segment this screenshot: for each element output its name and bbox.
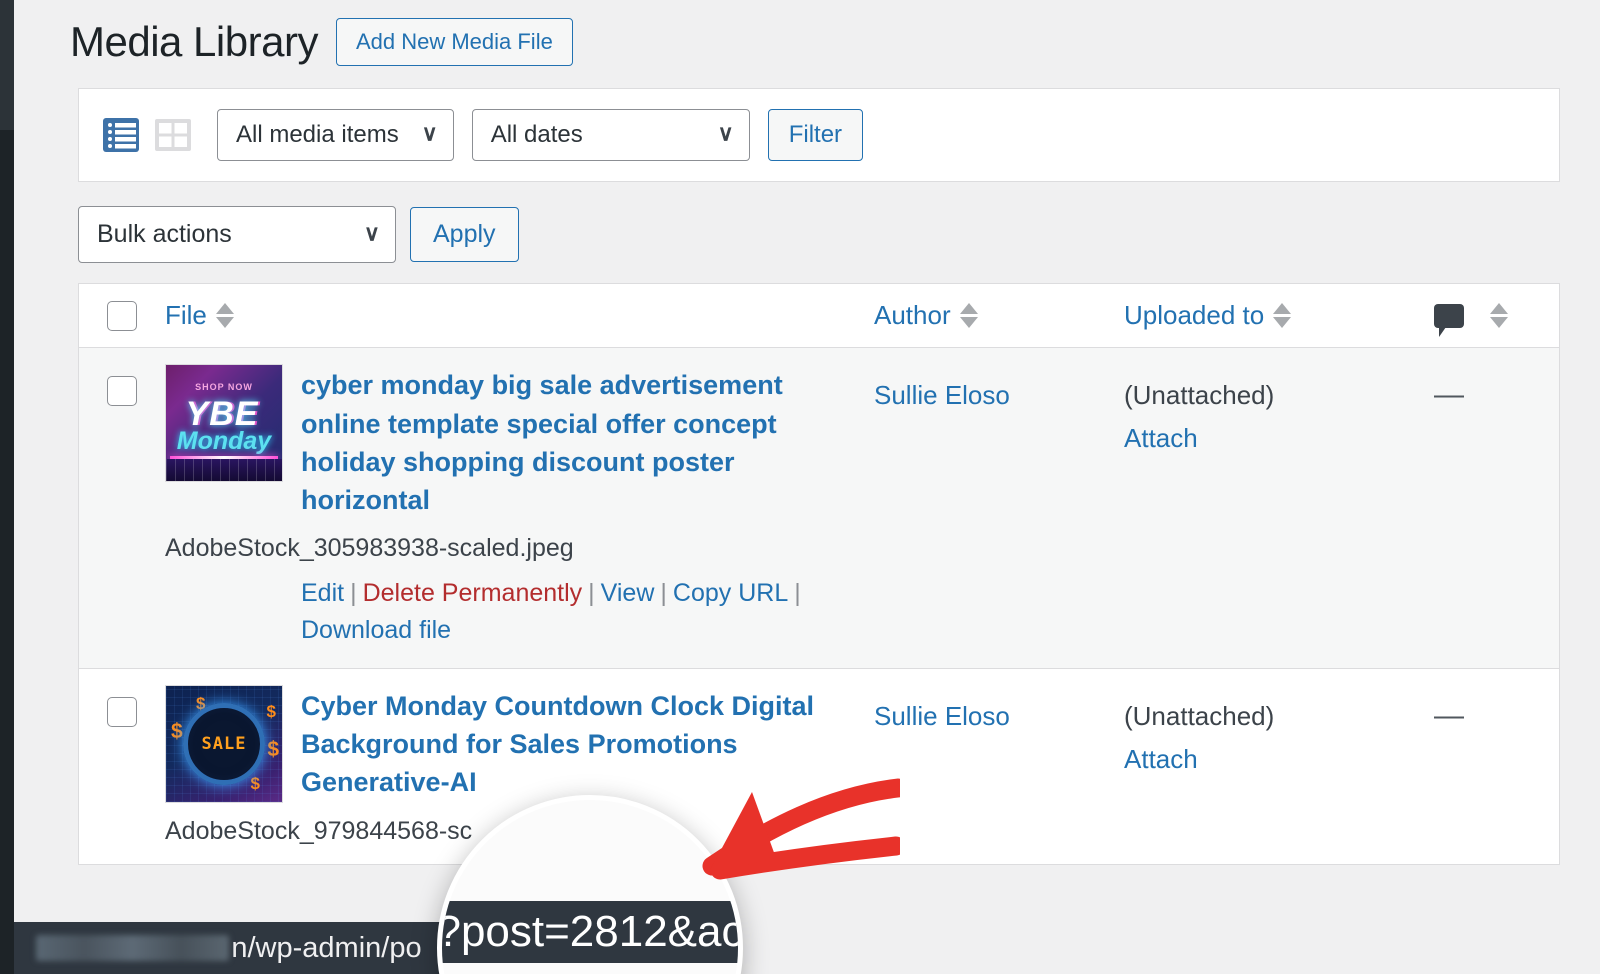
dollar-icon: $: [267, 737, 279, 761]
select-all-cell: [79, 300, 165, 331]
sort-uploaded-to-button[interactable]: Uploaded to: [1124, 300, 1292, 331]
author-link[interactable]: Sullie Eloso: [874, 364, 1010, 411]
media-title-link[interactable]: cyber monday big sale advertisement onli…: [301, 364, 860, 519]
apply-button[interactable]: Apply: [410, 207, 519, 263]
table-row: SHOP NOW YBE Monday cyber monday big sal…: [79, 348, 1559, 669]
select-all-checkbox[interactable]: [107, 300, 137, 331]
thumb-monday-text: Monday: [176, 427, 272, 456]
add-new-media-file-button[interactable]: Add New Media File: [335, 18, 573, 67]
filter-button[interactable]: Filter: [767, 109, 864, 162]
uploaded-to-column-label: Uploaded to: [1124, 300, 1265, 331]
file-column-header: File: [165, 300, 874, 331]
author-link[interactable]: Sullie Eloso: [874, 685, 1010, 732]
page-title: Media Library: [70, 18, 318, 66]
uploaded-to-column-header: Uploaded to: [1124, 300, 1434, 331]
dollar-icon: $: [250, 773, 260, 793]
author-cell: Sullie Eloso: [874, 364, 1124, 411]
date-select-wrap: All dates ∨: [471, 109, 750, 162]
file-cell: SHOP NOW YBE Monday cyber monday big sal…: [165, 364, 874, 649]
bulk-actions-row: Bulk actions ∨ Apply: [78, 182, 1570, 283]
download-file-link[interactable]: Download file: [301, 616, 451, 644]
magnified-status-bar: ?post=2812&ac: [437, 901, 743, 963]
uploaded-to-value: (Unattached): [1124, 380, 1275, 411]
comments-cell: —: [1434, 685, 1559, 733]
redacted-domain: [36, 935, 230, 961]
attach-link[interactable]: Attach: [1124, 744, 1198, 775]
comments-count: —: [1434, 698, 1464, 732]
row-select-cell: [79, 685, 165, 727]
comments-cell: —: [1434, 364, 1559, 412]
view-mode-switch: [101, 115, 193, 155]
row-checkbox[interactable]: [107, 376, 137, 407]
comments-column-header: [1434, 303, 1559, 337]
cyber-monday-poster-image: SHOP NOW YBE Monday: [166, 365, 282, 482]
media-type-select[interactable]: All media items: [217, 109, 454, 162]
author-column-label: Author: [874, 300, 951, 331]
thumb-grid-floor: [166, 459, 282, 482]
dollar-icon: $: [171, 719, 183, 743]
view-link[interactable]: View: [601, 579, 655, 607]
status-bar-url: n/wp-admin/po: [231, 931, 422, 964]
file-column-label: File: [165, 300, 207, 331]
sort-arrows-icon: [959, 303, 978, 329]
list-view-icon[interactable]: [101, 115, 141, 155]
filter-panel: All media items ∨ All dates ∨ Filter: [78, 88, 1560, 183]
media-type-select-wrap: All media items ∨: [217, 109, 454, 162]
sort-author-button[interactable]: Author: [874, 300, 978, 331]
media-thumbnail[interactable]: SHOP NOW YBE Monday: [165, 364, 283, 483]
comments-count: —: [1434, 378, 1464, 412]
admin-sidebar-top-segment: [0, 0, 14, 130]
delete-permanently-link[interactable]: Delete Permanently: [363, 579, 583, 607]
red-annotation-arrow: [702, 778, 900, 880]
admin-sidebar-strip: [0, 0, 14, 974]
attach-link[interactable]: Attach: [1124, 423, 1198, 454]
page-header: Media Library Add New Media File: [44, 0, 1570, 88]
media-filename: AdobeStock_305983938-scaled.jpeg: [165, 533, 574, 562]
magnified-url-text: ?post=2812&ac: [437, 907, 743, 956]
sort-arrows-icon: [215, 303, 234, 329]
bulk-action-select-wrap: Bulk actions ∨: [78, 206, 396, 264]
author-cell: Sullie Eloso: [874, 685, 1124, 732]
grid-view-icon[interactable]: [153, 115, 193, 155]
thumb-shop-now-text: SHOP NOW: [195, 382, 253, 393]
edit-link[interactable]: Edit: [301, 579, 344, 607]
countdown-clock-image: $ $ $ $ $ SALE: [166, 685, 282, 802]
row-actions: Edit | Delete Permanently | View | Copy URL | D…: [301, 578, 801, 645]
row-select-cell: [79, 364, 165, 407]
sort-file-button[interactable]: File: [165, 300, 234, 331]
bulk-action-select[interactable]: Bulk actions: [78, 206, 396, 264]
media-thumbnail[interactable]: $ $ $ $ $ SALE: [165, 684, 283, 803]
media-library-screen: Media Library Add New Media File All med…: [0, 0, 1600, 974]
uploaded-to-cell: (Unattached) Attach: [1124, 364, 1434, 454]
dollar-icon: $: [266, 701, 276, 721]
sort-arrows-icon[interactable]: [1490, 303, 1508, 329]
copy-url-link[interactable]: Copy URL: [673, 579, 788, 607]
thumb-and-title: SHOP NOW YBE Monday cyber monday big sal…: [165, 364, 874, 519]
comment-bubble-icon[interactable]: [1434, 303, 1464, 337]
row-checkbox[interactable]: [107, 696, 137, 727]
uploaded-to-cell: (Unattached) Attach: [1124, 685, 1434, 775]
uploaded-to-value: (Unattached): [1124, 700, 1275, 731]
table-header-row: File Author Uploaded to: [79, 284, 1559, 349]
date-select[interactable]: All dates: [471, 109, 750, 162]
sort-arrows-icon: [1273, 303, 1292, 329]
author-column-header: Author: [874, 300, 1124, 331]
thumb-sale-text: SALE: [201, 733, 247, 754]
